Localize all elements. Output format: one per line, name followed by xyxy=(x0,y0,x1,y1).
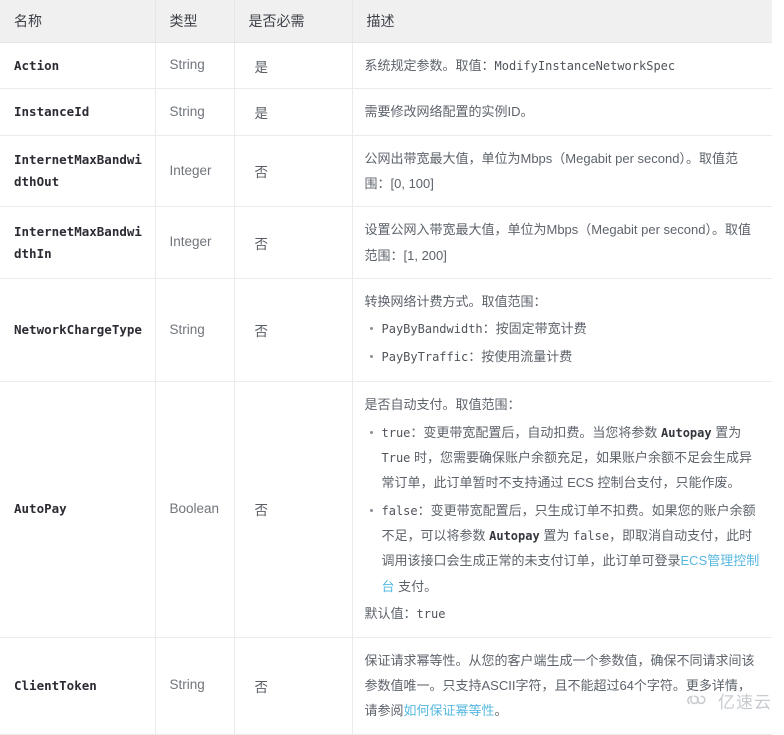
inline-text: 置为 xyxy=(711,424,742,440)
bullet-code: PayByTraffic xyxy=(381,349,469,364)
param-name: Action xyxy=(0,42,156,90)
param-type: String xyxy=(155,42,235,90)
param-required: 是 xyxy=(234,42,353,90)
inline-text: 。 xyxy=(494,703,508,719)
description-text: 需要修改网络配置的实例ID。 xyxy=(364,104,534,120)
inline-text: 置为 xyxy=(539,528,573,544)
bullet-code: PayByBandwidth xyxy=(381,322,483,337)
inline-code: True xyxy=(381,450,411,465)
default-value-code: true xyxy=(416,607,446,622)
table-body: Action String 是 系统规定参数。取值：ModifyInstance… xyxy=(0,42,772,735)
param-name: NetworkChargeType xyxy=(0,278,156,383)
param-required: 否 xyxy=(234,206,353,280)
param-description: 是否自动支付。取值范围： true：变更带宽配置后，自动扣费。当您将参数 Aut… xyxy=(352,381,772,638)
param-description: 转换网络计费方式。取值范围： PayByBandwidth：按固定带宽计费 Pa… xyxy=(352,278,772,383)
list-item: PayByTraffic：按使用流量计费 xyxy=(369,344,763,369)
table-row: InternetMaxBandwidthIn Integer 否 设置公网入带宽… xyxy=(0,206,772,280)
inline-code-emphasis: Autopay xyxy=(661,425,712,440)
inline-code: false xyxy=(381,503,418,518)
inline-code: true xyxy=(381,425,411,440)
inline-code: false xyxy=(572,529,610,544)
description-text: 设置公网入带宽最大值，单位为Mbps（Megabit per second）。取… xyxy=(364,222,751,263)
column-header-type: 类型 xyxy=(155,0,235,43)
param-required: 是 xyxy=(234,88,353,136)
description-text: 系统规定参数。取值： xyxy=(364,58,495,73)
param-type: String xyxy=(155,88,235,136)
bullet-text: ：按使用流量计费 xyxy=(468,348,573,364)
param-type: String xyxy=(155,278,235,383)
table-header: 名称 类型 是否必需 描述 xyxy=(0,0,772,43)
param-type: Integer xyxy=(155,135,235,208)
param-name: InternetMaxBandwidthOut xyxy=(0,135,156,208)
inline-text: ：变更带宽配置后，自动扣费。当您将参数 xyxy=(410,424,662,440)
doc-link[interactable]: 如何保证幂等性 xyxy=(404,703,495,718)
column-header-required: 是否必需 xyxy=(234,0,353,43)
default-value-line: 默认值：true xyxy=(365,601,763,626)
param-description: 设置公网入带宽最大值，单位为Mbps（Megabit per second）。取… xyxy=(352,206,772,280)
description-text: 公网出带宽最大值，单位为Mbps（Megabit per second）。取值范… xyxy=(364,150,738,192)
table-row: AutoPay Boolean 否 是否自动支付。取值范围： true：变更带宽… xyxy=(0,381,772,638)
inline-text: 支付。 xyxy=(394,578,438,594)
param-description: 公网出带宽最大值，单位为Mbps（Megabit per second）。取值范… xyxy=(352,135,772,208)
bullet-text: ：按固定带宽计费 xyxy=(482,321,587,337)
inline-code-emphasis: Autopay xyxy=(489,529,540,544)
description-bullet-list: true：变更带宽配置后，自动扣费。当您将参数 Autopay 置为 True … xyxy=(365,420,763,600)
description-text: 保证请求幂等性。从您的客户端生成一个参数值，确保不同请求间该参数值唯一。只支持A… xyxy=(365,648,763,724)
description-code: ModifyInstanceNetworkSpec xyxy=(494,59,676,73)
param-name: ClientToken xyxy=(0,637,156,735)
list-item: false：变更带宽配置后，只生成订单不扣费。如果您的账户余额不足，可以将参数 … xyxy=(369,498,763,599)
table-row: Action String 是 系统规定参数。取值：ModifyInstance… xyxy=(0,42,772,90)
param-required: 否 xyxy=(234,381,353,638)
param-description: 需要修改网络配置的实例ID。 xyxy=(352,88,772,136)
param-type: Integer xyxy=(155,206,235,280)
param-type: String xyxy=(155,637,235,735)
list-item: PayByBandwidth：按固定带宽计费 xyxy=(369,316,763,341)
param-name: InternetMaxBandwidthIn xyxy=(0,206,156,280)
param-description: 系统规定参数。取值：ModifyInstanceNetworkSpec xyxy=(352,42,772,90)
param-name: InstanceId xyxy=(0,88,156,136)
table-row: InstanceId String 是 需要修改网络配置的实例ID。 xyxy=(0,88,772,136)
table-row: NetworkChargeType String 否 转换网络计费方式。取值范围… xyxy=(0,278,772,383)
default-value-label: 默认值： xyxy=(364,606,417,622)
param-required: 否 xyxy=(234,135,353,208)
table-row: InternetMaxBandwidthOut Integer 否 公网出带宽最… xyxy=(0,135,772,208)
api-parameters-table: 名称 类型 是否必需 描述 Action String 是 系统规定参数。取值：… xyxy=(0,0,772,735)
param-description: 保证请求幂等性。从您的客户端生成一个参数值，确保不同请求间该参数值唯一。只支持A… xyxy=(352,637,772,735)
table-header-row: 名称 类型 是否必需 描述 xyxy=(0,0,772,43)
param-required: 否 xyxy=(234,278,353,383)
description-text: 是否自动支付。取值范围： xyxy=(364,397,521,413)
description-text: 转换网络计费方式。取值范围： xyxy=(364,294,547,310)
parameters-page: 名称 类型 是否必需 描述 Action String 是 系统规定参数。取值：… xyxy=(0,0,784,735)
param-name: AutoPay xyxy=(0,381,156,638)
list-item: true：变更带宽配置后，自动扣费。当您将参数 Autopay 置为 True … xyxy=(369,420,763,496)
description-bullet-list: PayByBandwidth：按固定带宽计费 PayByTraffic：按使用流… xyxy=(365,316,763,369)
table-row: ClientToken String 否 保证请求幂等性。从您的客户端生成一个参… xyxy=(0,637,772,735)
inline-text: 时，您需要确保账户余额充足，如果账户余额不足会生成异常订单，此订单暂时不支持通过… xyxy=(381,449,753,491)
column-header-name: 名称 xyxy=(0,0,156,43)
column-header-description: 描述 xyxy=(352,0,772,43)
param-required: 否 xyxy=(234,637,353,735)
param-type: Boolean xyxy=(155,381,235,638)
